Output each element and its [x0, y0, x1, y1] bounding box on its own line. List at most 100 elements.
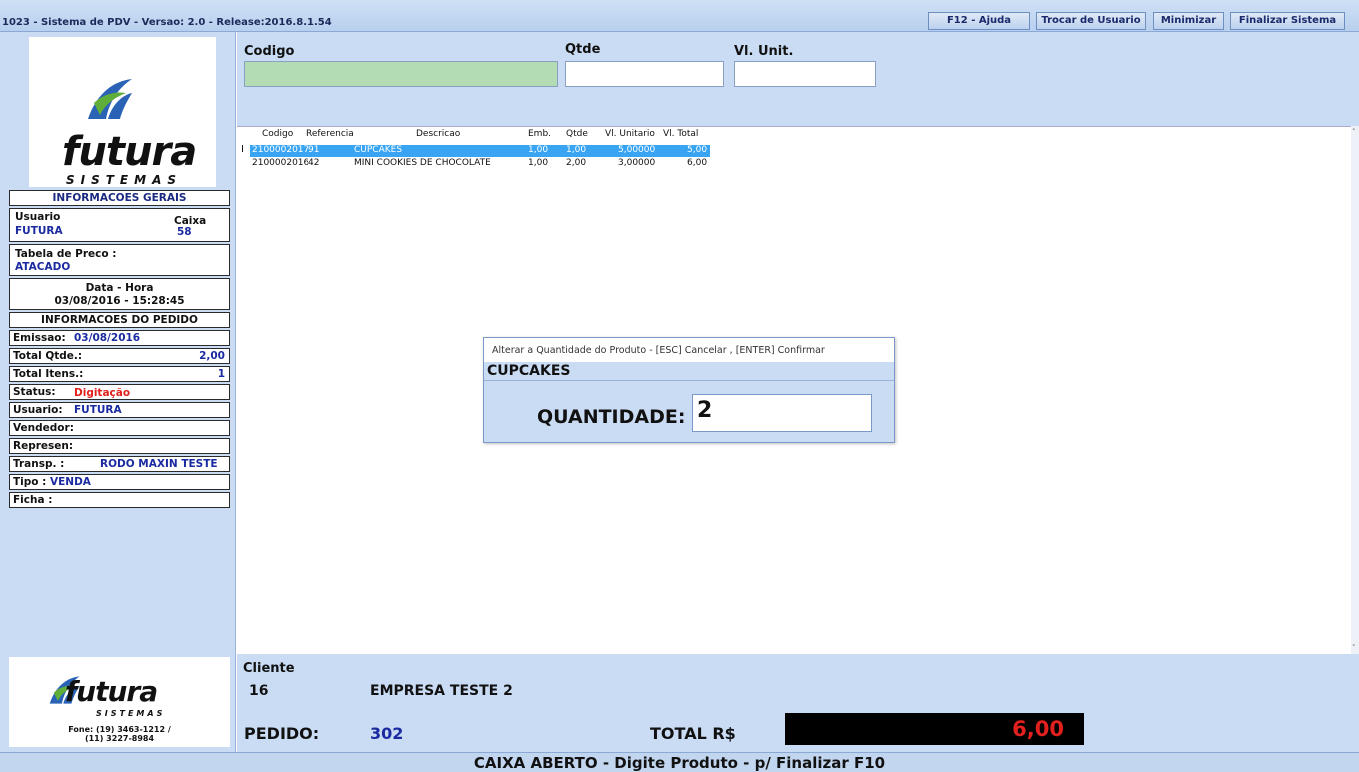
- user-value: FUTURA: [15, 225, 63, 237]
- phone-line-1: Fone: (19) 3463-1212 /: [68, 725, 171, 734]
- row-cursor-icon: I: [241, 144, 244, 155]
- codigo-input[interactable]: [244, 61, 558, 87]
- scroll-up-icon[interactable]: ˄: [1352, 128, 1356, 136]
- vl-unit-input[interactable]: [734, 61, 876, 87]
- bottom-logo-word: futura: [65, 675, 158, 708]
- col-qtde[interactable]: Qtde: [566, 129, 588, 139]
- status-bar: CAIXA ABERTO - Digite Produto - p/ Final…: [0, 752, 1359, 772]
- datetime-box: Data - Hora 03/08/2016 - 15:28:45: [9, 278, 230, 310]
- cell-qtde: 2,00: [566, 158, 587, 168]
- info-general-header: INFORMACOES GERAIS: [9, 190, 230, 206]
- dialog-product: CUPCAKES: [484, 362, 894, 381]
- price-table-label: Tabela de Preco :: [15, 248, 117, 260]
- cell-emb: 1,00: [528, 158, 549, 168]
- order-user-row: Usuario: FUTURA: [9, 402, 230, 418]
- entry-area: Codigo Qtde Vl. Unit.: [237, 32, 1359, 126]
- datetime-value: 03/08/2016 - 15:28:45: [54, 295, 185, 307]
- emissao-row: Emissao: 03/08/2016: [9, 330, 230, 346]
- status-label: Status:: [13, 386, 56, 398]
- represen-row: Represen:: [9, 438, 230, 454]
- grid-header: Codigo Referencia Descricao Emb. Qtde Vl…: [237, 127, 717, 141]
- cliente-name: EMPRESA TESTE 2: [370, 683, 513, 699]
- cell-codigo: 21000020168: [252, 158, 308, 168]
- title-bar: 1023 - Sistema de PDV - Versao: 2.0 - Re…: [0, 0, 1359, 32]
- order-user-label: Usuario:: [13, 404, 63, 416]
- vl-unit-label: Vl. Unit.: [734, 44, 794, 59]
- bottom-logo-sub: SISTEMAS: [96, 709, 166, 718]
- help-button[interactable]: F12 - Ajuda: [928, 12, 1030, 30]
- window-title: 1023 - Sistema de PDV - Versao: 2.0 - Re…: [2, 17, 332, 28]
- table-row[interactable]: 21000020168 42 MINI COOKIES DE CHOCOLATE…: [250, 158, 710, 170]
- qtde-input[interactable]: [565, 61, 724, 87]
- transp-value: RODO MAXIN TESTE: [100, 458, 218, 470]
- cell-emb: 1,00: [528, 145, 549, 155]
- table-row[interactable]: 21000020176 91 CUPCAKES 1,00 1,00 5,0000…: [250, 145, 710, 157]
- tipo-label: Tipo :: [13, 476, 47, 488]
- caixa-value: 58: [177, 226, 192, 238]
- total-itens-row: Total Itens.: 1: [9, 366, 230, 382]
- order-info-header: INFORMACOES DO PEDIDO: [9, 312, 230, 328]
- phone-line-2: (11) 3227-8984: [84, 734, 155, 743]
- pedido-value: 302: [370, 724, 404, 743]
- price-table-box: Tabela de Preco : ATACADO: [9, 244, 230, 276]
- price-table-value: ATACADO: [15, 261, 71, 273]
- cell-vl-unit: 3,00000: [618, 158, 656, 168]
- quantity-dialog: Alterar a Quantidade do Produto - [ESC] …: [483, 337, 895, 443]
- emissao-value: 03/08/2016: [74, 332, 141, 344]
- total-itens-value: 1: [217, 368, 225, 380]
- cell-referencia: 91: [308, 145, 320, 155]
- ficha-row: Ficha :: [9, 492, 230, 508]
- col-codigo[interactable]: Codigo: [262, 129, 293, 139]
- total-label: TOTAL R$: [650, 724, 736, 743]
- total-value: 6,00: [785, 713, 1084, 745]
- user-box: Usuario FUTURA Caixa 58: [9, 208, 230, 242]
- cell-qtde: 1,00: [566, 145, 587, 155]
- futura-logo-icon: [88, 79, 132, 119]
- status-value: Digitação: [74, 387, 131, 399]
- cell-vl-total: 5,00: [687, 145, 708, 155]
- ficha-label: Ficha :: [13, 494, 53, 506]
- cliente-code: 16: [249, 683, 269, 699]
- bottom-logo: futura SISTEMAS Fone: (19) 3463-1212 / (…: [9, 657, 230, 747]
- total-qtde-row: Total Qtde.: 2,00: [9, 348, 230, 364]
- pedido-label: PEDIDO:: [244, 724, 320, 743]
- grid-scrollbar[interactable]: ˄ ˅: [1351, 126, 1359, 654]
- cell-vl-unit: 5,00000: [618, 145, 656, 155]
- quantity-input[interactable]: 2: [692, 394, 872, 432]
- col-vl-unitario[interactable]: Vl. Unitario: [605, 129, 655, 139]
- minimize-button[interactable]: Minimizar: [1153, 12, 1224, 30]
- total-itens-label: Total Itens.:: [13, 368, 84, 380]
- cell-referencia: 42: [308, 158, 320, 168]
- tipo-value: VENDA: [50, 476, 91, 488]
- vendedor-label: Vendedor:: [13, 422, 74, 434]
- cell-descricao: CUPCAKES: [354, 145, 403, 155]
- datetime-label: Data - Hora: [85, 282, 154, 294]
- scroll-down-icon[interactable]: ˅: [1352, 644, 1356, 652]
- col-referencia[interactable]: Referencia: [306, 129, 354, 139]
- exit-button[interactable]: Finalizar Sistema: [1230, 12, 1345, 30]
- logo-word: futura: [62, 129, 197, 175]
- cell-descricao: MINI COOKIES DE CHOCOLATE: [354, 158, 491, 168]
- order-user-value: FUTURA: [74, 404, 122, 416]
- total-qtde-value: 2,00: [199, 350, 225, 362]
- switch-user-button[interactable]: Trocar de Usuario: [1036, 12, 1146, 30]
- total-qtde-label: Total Qtde.:: [13, 350, 83, 362]
- status-row: Status: Digitação: [9, 384, 230, 400]
- represen-label: Represen:: [13, 440, 74, 452]
- qtde-label: Qtde: [565, 42, 601, 57]
- tipo-row: Tipo : VENDA: [9, 474, 230, 490]
- cliente-label: Cliente: [243, 661, 295, 676]
- transp-label: Transp. :: [13, 458, 65, 470]
- emissao-label: Emissao:: [13, 332, 66, 344]
- col-vl-total[interactable]: Vl. Total: [663, 129, 698, 139]
- logo: futura SISTEMAS: [29, 37, 216, 187]
- dialog-title: Alterar a Quantidade do Produto - [ESC] …: [484, 338, 894, 362]
- user-label: Usuario: [15, 211, 61, 223]
- codigo-label: Codigo: [244, 44, 295, 59]
- quantity-label: QUANTIDADE:: [537, 406, 686, 428]
- col-descricao[interactable]: Descricao: [416, 129, 460, 139]
- transp-row: Transp. : RODO MAXIN TESTE: [9, 456, 230, 472]
- left-panel: futura SISTEMAS INFORMACOES GERAIS Usuar…: [0, 32, 236, 752]
- col-emb[interactable]: Emb.: [528, 129, 551, 139]
- cell-codigo: 21000020176: [252, 145, 308, 155]
